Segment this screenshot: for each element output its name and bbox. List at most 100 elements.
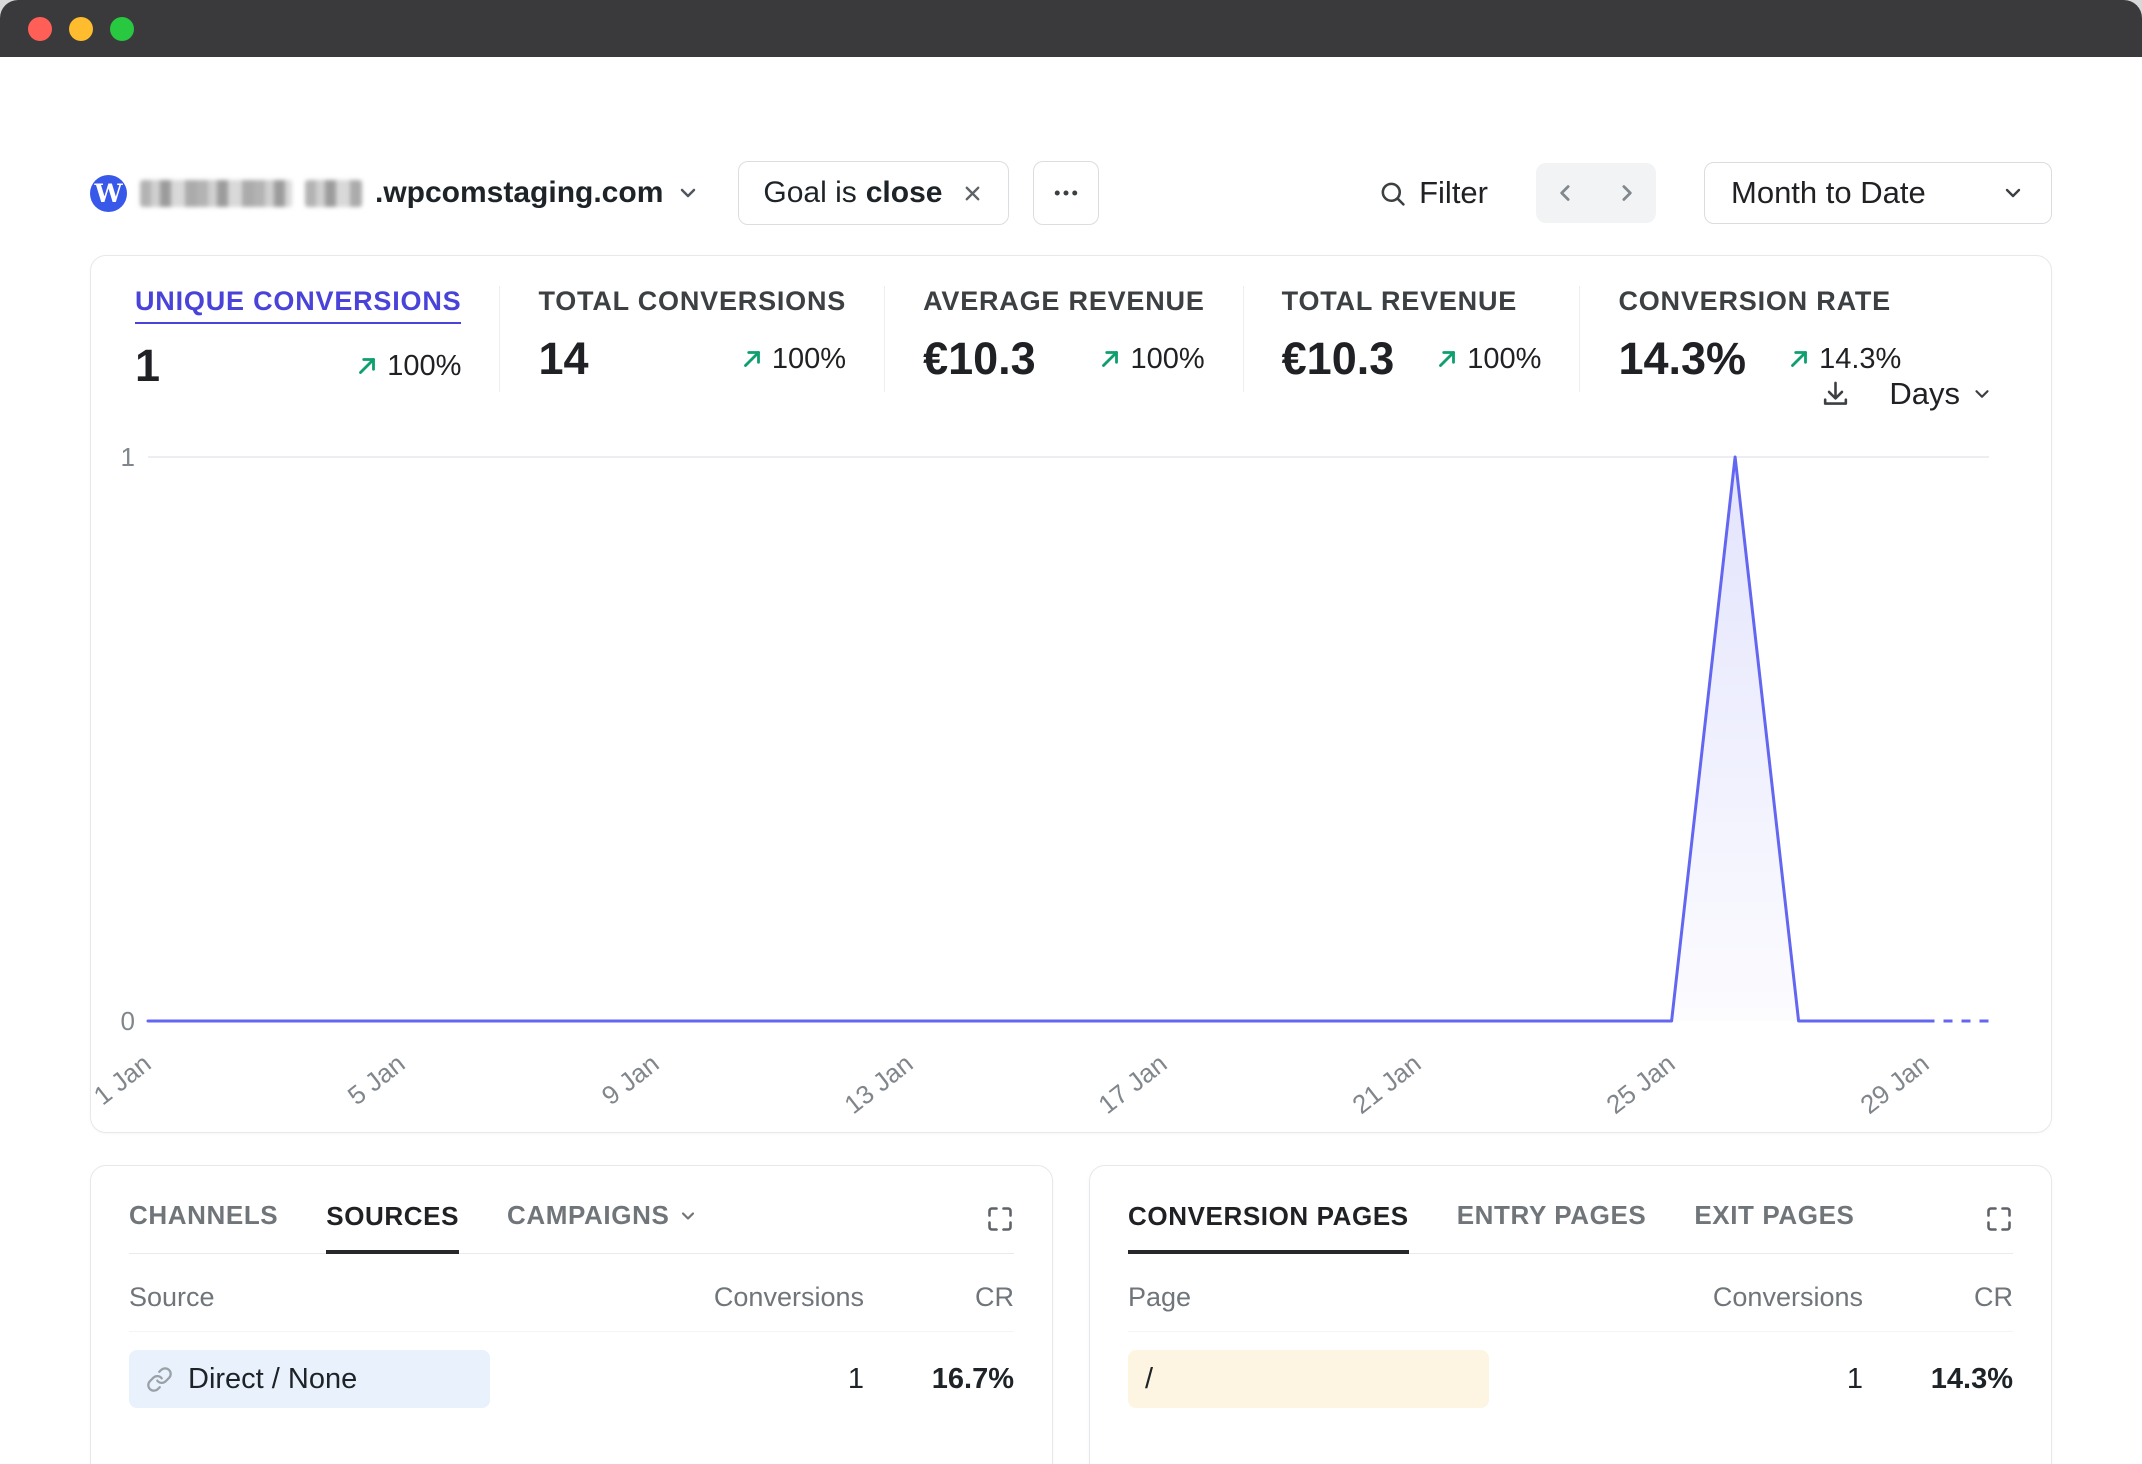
metric-change: 14.3% (1819, 343, 1901, 376)
metric-change: 100% (387, 350, 461, 383)
source-conversions: 1 (644, 1363, 864, 1396)
chart-plot (146, 450, 1991, 1028)
date-range-label: Month to Date (1731, 175, 1926, 211)
dashboard-content: W .wpcomstaging.com Goal is close Fi (0, 57, 2142, 1464)
trend-up-icon (1434, 346, 1460, 372)
goal-filter-chip[interactable]: Goal is close (738, 161, 1009, 225)
metric-label: CONVERSION RATE (1618, 286, 1891, 316)
x-axis-label: 5 Jan (342, 1048, 411, 1112)
link-icon (146, 1366, 173, 1393)
metric-label: TOTAL REVENUE (1282, 286, 1517, 316)
tab-entry-pages[interactable]: ENTRY PAGES (1457, 1200, 1647, 1253)
chart-controls: Days (1820, 376, 1993, 412)
column-conversions: Conversions (1643, 1282, 1863, 1313)
x-axis-label: 1 Jan (88, 1048, 157, 1112)
filter-button[interactable]: Filter (1378, 175, 1488, 211)
remove-filter-button[interactable] (961, 182, 984, 205)
metric-change: 100% (772, 343, 846, 376)
previous-period-button[interactable] (1536, 163, 1596, 223)
date-pager (1536, 163, 1656, 223)
zoom-window-button[interactable] (110, 17, 134, 41)
expand-icon (1985, 1205, 2013, 1233)
page-cr: 14.3% (1863, 1363, 2013, 1396)
page-path: / (1145, 1363, 1153, 1396)
x-axis-label: 21 Jan (1346, 1048, 1427, 1120)
tab-channels[interactable]: CHANNELS (129, 1200, 278, 1253)
download-button[interactable] (1820, 379, 1851, 410)
tab-campaigns-label: CAMPAIGNS (507, 1200, 669, 1231)
metrics-card: UNIQUE CONVERSIONS 1 100% TOTAL CONVERSI… (90, 255, 2052, 1133)
metric-label: TOTAL CONVERSIONS (538, 286, 846, 316)
chevron-down-icon (678, 1206, 698, 1226)
date-range-select[interactable]: Month to Date (1704, 162, 2052, 224)
interval-select[interactable]: Days (1889, 376, 1993, 412)
metric-total-conversions[interactable]: TOTAL CONVERSIONS 14 100% (499, 286, 884, 392)
trend-up-icon (354, 353, 380, 379)
more-options-button[interactable] (1033, 161, 1099, 225)
sources-table-header: Source Conversions CR (129, 1254, 1014, 1332)
site-name-redacted (140, 180, 292, 207)
goal-filter-prefix: Goal is (763, 176, 856, 210)
chevron-down-icon (1971, 383, 1993, 405)
column-cr: CR (1863, 1282, 2013, 1313)
site-name-redacted (305, 180, 362, 207)
close-icon (961, 182, 984, 205)
header-row: W .wpcomstaging.com Goal is close Fi (90, 161, 2052, 225)
tab-exit-pages[interactable]: EXIT PAGES (1694, 1200, 1854, 1253)
bottom-row: CHANNELS SOURCES CAMPAIGNS Source Conver… (90, 1165, 2052, 1464)
page-conversions: 1 (1643, 1363, 1863, 1396)
source-cr: 16.7% (864, 1363, 1014, 1396)
metric-change: 100% (1130, 343, 1204, 376)
table-row[interactable]: / 1 14.3% (1128, 1350, 2013, 1408)
x-axis-labels: 1 Jan5 Jan9 Jan13 Jan17 Jan21 Jan25 Jan2… (146, 1048, 1991, 1158)
tab-conversion-pages[interactable]: CONVERSION PAGES (1128, 1201, 1409, 1254)
metric-label: UNIQUE CONVERSIONS (135, 286, 461, 324)
y-axis-label: 1 (91, 442, 135, 473)
minimize-window-button[interactable] (69, 17, 93, 41)
chevron-down-icon (2001, 181, 2025, 205)
tab-sources[interactable]: SOURCES (326, 1201, 459, 1254)
site-picker[interactable]: W .wpcomstaging.com (90, 175, 700, 212)
trend-up-icon (739, 346, 765, 372)
metric-value: 14.3% (1618, 333, 1746, 385)
x-axis-label: 25 Jan (1600, 1048, 1681, 1120)
metric-label: AVERAGE REVENUE (923, 286, 1205, 316)
sources-panel-tabs: CHANNELS SOURCES CAMPAIGNS (129, 1200, 1014, 1254)
pages-panel: CONVERSION PAGES ENTRY PAGES EXIT PAGES … (1089, 1165, 2052, 1464)
metric-average-revenue[interactable]: AVERAGE REVENUE €10.3 100% (884, 286, 1243, 392)
x-axis-label: 13 Jan (838, 1048, 919, 1120)
tab-campaigns[interactable]: CAMPAIGNS (507, 1200, 698, 1253)
close-window-button[interactable] (28, 17, 52, 41)
chevron-left-icon (1553, 180, 1579, 206)
chevron-right-icon (1613, 180, 1639, 206)
pages-panel-tabs: CONVERSION PAGES ENTRY PAGES EXIT PAGES (1128, 1200, 2013, 1254)
metric-value: €10.3 (1282, 333, 1395, 385)
expand-panel-button[interactable] (1985, 1205, 2013, 1253)
metric-value: 1 (135, 340, 160, 392)
table-row[interactable]: Direct / None 1 16.7% (129, 1350, 1014, 1408)
metric-unique-conversions[interactable]: UNIQUE CONVERSIONS 1 100% (135, 286, 499, 392)
metric-total-revenue[interactable]: TOTAL REVENUE €10.3 100% (1243, 286, 1580, 392)
metric-value: 14 (538, 333, 588, 385)
trend-up-icon (1786, 346, 1812, 372)
expand-panel-button[interactable] (986, 1205, 1014, 1253)
column-conversions: Conversions (644, 1282, 864, 1313)
site-domain: .wpcomstaging.com (375, 176, 663, 210)
row-share-bar (1128, 1350, 1489, 1408)
chevron-down-icon (676, 181, 700, 205)
wordpress-logo-icon: W (90, 175, 127, 212)
download-icon (1820, 379, 1851, 410)
next-period-button[interactable] (1596, 163, 1656, 223)
metric-value: €10.3 (923, 333, 1036, 385)
app-window: W .wpcomstaging.com Goal is close Fi (0, 0, 2142, 1464)
interval-label: Days (1889, 376, 1960, 412)
filter-label: Filter (1419, 175, 1488, 211)
column-page: Page (1128, 1282, 1643, 1313)
ellipsis-icon (1051, 178, 1081, 208)
x-axis-label: 29 Jan (1854, 1048, 1935, 1120)
expand-icon (986, 1205, 1014, 1233)
column-cr: CR (864, 1282, 1014, 1313)
pages-table-header: Page Conversions CR (1128, 1254, 2013, 1332)
metrics-row: UNIQUE CONVERSIONS 1 100% TOTAL CONVERSI… (91, 256, 2051, 392)
column-source: Source (129, 1282, 644, 1313)
